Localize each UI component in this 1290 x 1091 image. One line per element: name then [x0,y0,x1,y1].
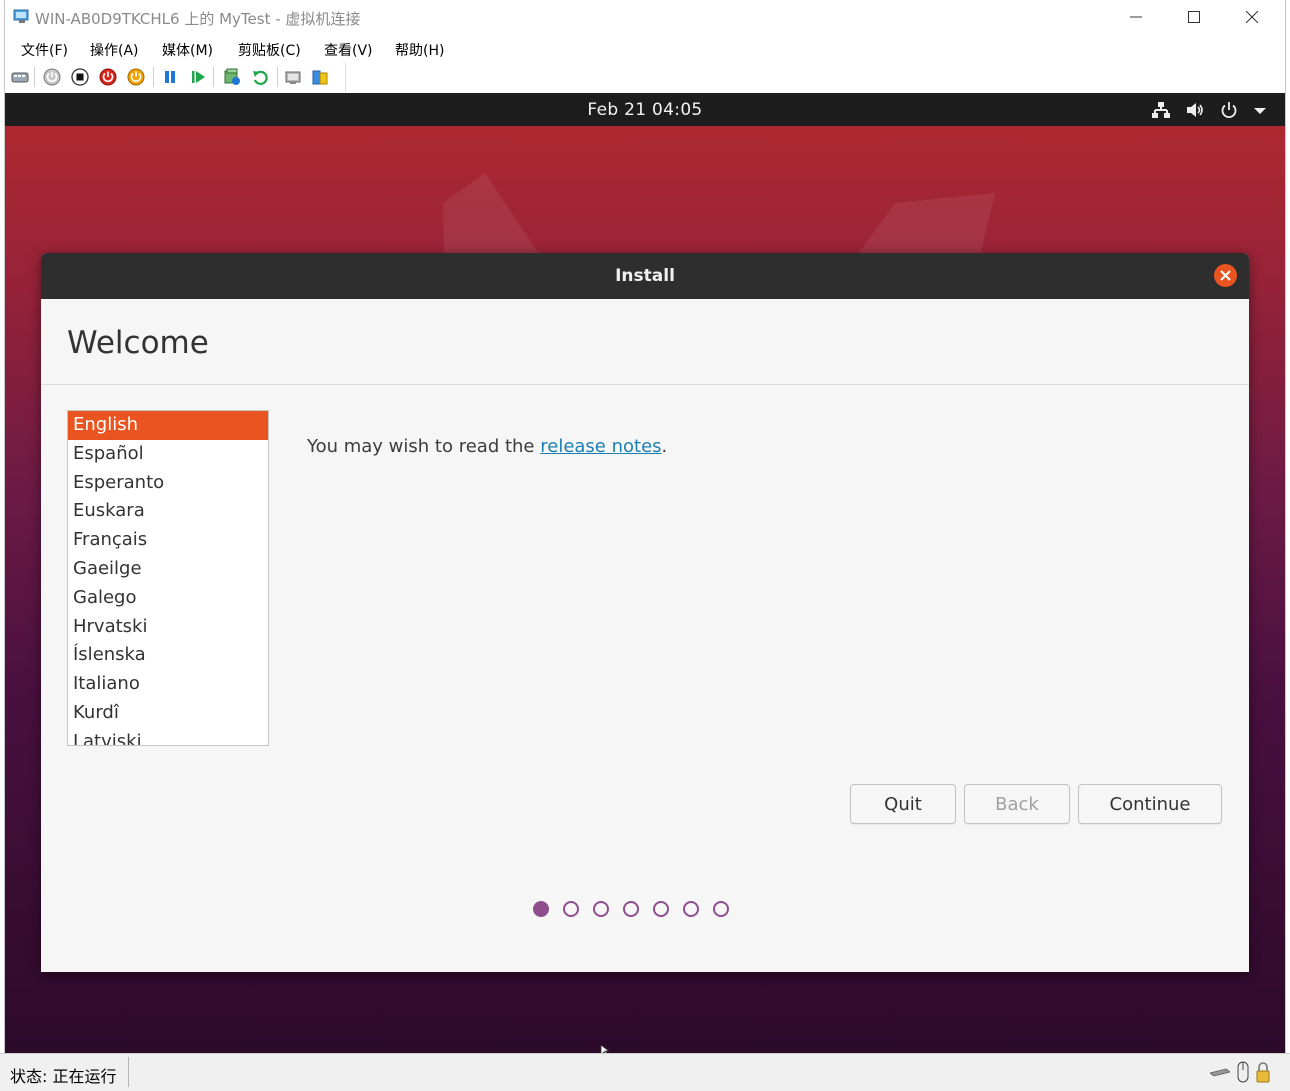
dialog-title: Install [615,266,675,286]
volume-icon [1187,103,1203,117]
dialog-close-button[interactable] [1214,264,1237,287]
language-item[interactable]: Gaeilge [68,555,268,584]
toolbar-separator [34,67,35,87]
language-item[interactable]: Galego [68,584,268,613]
install-dialog: Install Welcome English Español Esperant… [41,253,1249,972]
mouse-icon [1237,1061,1249,1083]
release-suffix: . [661,436,668,457]
menu-view[interactable]: 查看(V) [324,40,373,60]
toolbar-separator [153,67,154,87]
continue-button[interactable]: Continue [1078,784,1222,824]
progress-dot [563,901,579,917]
language-item[interactable]: Euskara [68,497,268,526]
language-item[interactable]: Hrvatski [68,613,268,642]
status-text: 状态: 正在运行 [10,1067,117,1086]
progress-dot-active [533,901,549,917]
toolbar-separator [277,67,278,87]
status-bar: 状态: 正在运行 [0,1053,1290,1091]
pause-icon[interactable] [161,68,179,86]
menu-help[interactable]: 帮助(H) [395,40,444,60]
menu-file[interactable]: 文件(F) [21,40,68,60]
menu-bar: 文件(F) 操作(A) 媒体(M) 剪贴板(C) 查看(V) 帮助(H) [5,36,1285,62]
vm-connection-icon [13,9,29,23]
maximize-icon [1188,11,1200,23]
vm-screen[interactable]: Feb 21 04:05 Install Welcome English Esp… [5,93,1285,1053]
language-list[interactable]: English Español Esperanto Euskara França… [67,410,269,746]
start-icon[interactable] [43,68,61,86]
language-item[interactable]: Íslenska [68,641,268,670]
maximize-button[interactable] [1165,0,1223,34]
window-title: WIN-AB0D9TKCHL6 上的 MyTest - 虚拟机连接 [35,10,361,28]
checkpoint-icon[interactable] [223,68,241,86]
close-button[interactable] [1223,0,1281,34]
chevron-down-icon [1254,108,1266,114]
menu-clipboard[interactable]: 剪贴板(C) [238,40,301,60]
lock-icon [1256,1062,1270,1083]
minimize-icon [1130,16,1142,18]
minimize-button[interactable] [1107,0,1165,34]
clock[interactable]: Feb 21 04:05 [5,100,1285,120]
progress-dot [713,901,729,917]
progress-dot [593,901,609,917]
ctrl-alt-del-icon[interactable] [11,68,29,86]
shut-down-icon[interactable] [99,68,117,86]
release-prefix: You may wish to read the [307,436,541,457]
title-bar: WIN-AB0D9TKCHL6 上的 MyTest - 虚拟机连接 [5,0,1285,34]
page-title: Welcome [67,325,209,361]
save-icon[interactable] [127,68,145,86]
enhanced-session-icon[interactable] [285,68,303,86]
menu-media[interactable]: 媒体(M) [162,40,213,60]
language-item[interactable]: Esperanto [68,469,268,498]
progress-dot [683,901,699,917]
close-icon [1246,11,1258,23]
gnome-top-bar: Feb 21 04:05 [5,93,1285,126]
status-separator [128,1057,129,1087]
divider [41,384,1249,385]
progress-dot [623,901,639,917]
menu-action[interactable]: 操作(A) [90,40,139,60]
revert-icon[interactable] [251,68,269,86]
share-icon[interactable] [311,68,329,86]
release-notes-text: You may wish to read the release notes. [307,436,667,457]
language-item[interactable]: Español [68,440,268,469]
language-item[interactable]: Latviski [68,728,268,745]
dialog-header: Install [41,253,1249,299]
language-item[interactable]: Italiano [68,670,268,699]
resume-icon[interactable] [189,68,207,86]
status-icons [1210,1061,1270,1083]
release-notes-link[interactable]: release notes [540,436,661,457]
close-icon [1220,270,1231,281]
quit-button[interactable]: Quit [850,784,956,824]
language-item[interactable]: Français [68,526,268,555]
language-item-selected[interactable]: English [68,411,268,440]
toolbar-separator [213,67,214,87]
network-icon [1152,102,1170,118]
toolbar [5,63,346,92]
language-item[interactable]: Kurdî [68,699,268,728]
power-icon [1221,102,1237,119]
turn-off-icon[interactable] [71,68,89,86]
keyboard-icon [1210,1068,1230,1077]
progress-dot [653,901,669,917]
progress-steps [533,901,729,921]
system-tray[interactable] [1151,99,1267,121]
back-button[interactable]: Back [964,784,1070,824]
